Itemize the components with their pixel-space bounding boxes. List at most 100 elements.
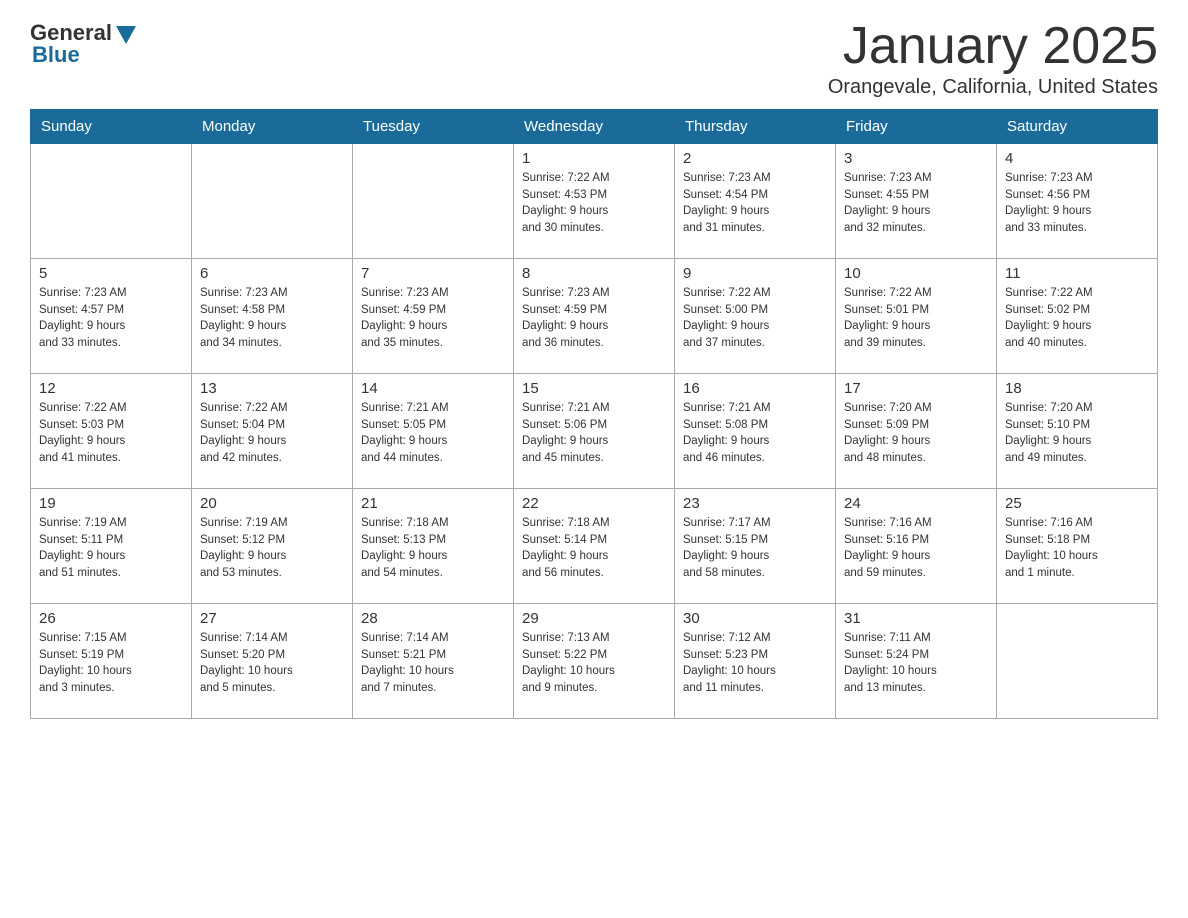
location-text: Orangevale, California, United States [828,76,1158,99]
day-info: Sunrise: 7:21 AMSunset: 5:05 PMDaylight:… [361,400,505,467]
day-number: 9 [683,265,827,282]
calendar-cell: 16 Sunrise: 7:21 AMSunset: 5:08 PMDayligh… [675,374,836,489]
calendar-day-header: Tuesday [353,110,514,144]
day-number: 18 [1005,380,1149,397]
day-number: 4 [1005,150,1149,167]
calendar-cell: 29 Sunrise: 7:13 AMSunset: 5:22 PMDayligh… [514,604,675,719]
day-number: 14 [361,380,505,397]
month-title: January 2025 [828,20,1158,72]
day-info: Sunrise: 7:23 AMSunset: 4:56 PMDaylight:… [1005,170,1149,237]
calendar-cell: 2 Sunrise: 7:23 AMSunset: 4:54 PMDaylight… [675,144,836,259]
day-number: 25 [1005,495,1149,512]
day-info: Sunrise: 7:14 AMSunset: 5:21 PMDaylight:… [361,630,505,697]
day-info: Sunrise: 7:22 AMSunset: 5:00 PMDaylight:… [683,285,827,352]
day-info: Sunrise: 7:17 AMSunset: 5:15 PMDaylight:… [683,515,827,582]
calendar-cell: 15 Sunrise: 7:21 AMSunset: 5:06 PMDayligh… [514,374,675,489]
calendar-cell: 31Sunrise: 7:11 AMSunset: 5:24 PMDayligh… [836,604,997,719]
day-info: Sunrise: 7:16 AMSunset: 5:18 PMDaylight:… [1005,515,1149,582]
day-number: 3 [844,150,988,167]
calendar-cell: 26 Sunrise: 7:15 AMSunset: 5:19 PMDayligh… [31,604,192,719]
calendar-week-row: 1 Sunrise: 7:22 AMSunset: 4:53 PMDaylight… [31,144,1158,259]
day-info: Sunrise: 7:14 AMSunset: 5:20 PMDaylight:… [200,630,344,697]
calendar-cell [31,144,192,259]
day-number: 27 [200,610,344,627]
title-block: January 2025 Orangevale, California, Uni… [828,20,1158,99]
calendar-cell: 14 Sunrise: 7:21 AMSunset: 5:05 PMDayligh… [353,374,514,489]
day-number: 15 [522,380,666,397]
day-number: 19 [39,495,183,512]
day-number: 31 [844,610,988,627]
day-info: Sunrise: 7:23 AMSunset: 4:59 PMDaylight:… [361,285,505,352]
calendar-cell: 17 Sunrise: 7:20 AMSunset: 5:09 PMDayligh… [836,374,997,489]
calendar-cell: 9 Sunrise: 7:22 AMSunset: 5:00 PMDaylight… [675,259,836,374]
day-number: 26 [39,610,183,627]
calendar-week-row: 19Sunrise: 7:19 AMSunset: 5:11 PMDayligh… [31,489,1158,604]
calendar-cell: 7 Sunrise: 7:23 AMSunset: 4:59 PMDaylight… [353,259,514,374]
day-info: Sunrise: 7:15 AMSunset: 5:19 PMDaylight:… [39,630,183,697]
calendar-cell: 10 Sunrise: 7:22 AMSunset: 5:01 PMDayligh… [836,259,997,374]
calendar-cell [192,144,353,259]
calendar-cell: 27 Sunrise: 7:14 AMSunset: 5:20 PMDayligh… [192,604,353,719]
logo-blue-text: Blue [30,42,80,68]
calendar-cell [997,604,1158,719]
calendar-cell: 8 Sunrise: 7:23 AMSunset: 4:59 PMDaylight… [514,259,675,374]
calendar-day-header: Thursday [675,110,836,144]
day-number: 10 [844,265,988,282]
day-info: Sunrise: 7:12 AMSunset: 5:23 PMDaylight:… [683,630,827,697]
day-info: Sunrise: 7:22 AMSunset: 4:53 PMDaylight:… [522,170,666,237]
day-info: Sunrise: 7:22 AMSunset: 5:01 PMDaylight:… [844,285,988,352]
day-number: 23 [683,495,827,512]
calendar-cell: 20Sunrise: 7:19 AMSunset: 5:12 PMDayligh… [192,489,353,604]
calendar-day-header: Sunday [31,110,192,144]
day-number: 7 [361,265,505,282]
day-number: 16 [683,380,827,397]
day-info: Sunrise: 7:20 AMSunset: 5:09 PMDaylight:… [844,400,988,467]
day-number: 12 [39,380,183,397]
day-number: 1 [522,150,666,167]
calendar-cell: 28Sunrise: 7:14 AMSunset: 5:21 PMDayligh… [353,604,514,719]
day-number: 2 [683,150,827,167]
day-info: Sunrise: 7:16 AMSunset: 5:16 PMDaylight:… [844,515,988,582]
day-number: 6 [200,265,344,282]
calendar-day-header: Wednesday [514,110,675,144]
day-number: 8 [522,265,666,282]
day-info: Sunrise: 7:21 AMSunset: 5:08 PMDaylight:… [683,400,827,467]
calendar-cell: 30 Sunrise: 7:12 AMSunset: 5:23 PMDayligh… [675,604,836,719]
day-number: 17 [844,380,988,397]
day-number: 22 [522,495,666,512]
calendar-day-header: Friday [836,110,997,144]
day-info: Sunrise: 7:22 AMSunset: 5:02 PMDaylight:… [1005,285,1149,352]
day-number: 13 [200,380,344,397]
calendar-header-row: SundayMondayTuesdayWednesdayThursdayFrid… [31,110,1158,144]
day-info: Sunrise: 7:21 AMSunset: 5:06 PMDaylight:… [522,400,666,467]
day-info: Sunrise: 7:22 AMSunset: 5:03 PMDaylight:… [39,400,183,467]
day-info: Sunrise: 7:20 AMSunset: 5:10 PMDaylight:… [1005,400,1149,467]
day-info: Sunrise: 7:23 AMSunset: 4:59 PMDaylight:… [522,285,666,352]
calendar-cell: 4 Sunrise: 7:23 AMSunset: 4:56 PMDaylight… [997,144,1158,259]
day-info: Sunrise: 7:13 AMSunset: 5:22 PMDaylight:… [522,630,666,697]
calendar-cell: 22 Sunrise: 7:18 AMSunset: 5:14 PMDayligh… [514,489,675,604]
calendar-cell: 21Sunrise: 7:18 AMSunset: 5:13 PMDayligh… [353,489,514,604]
calendar-week-row: 26 Sunrise: 7:15 AMSunset: 5:19 PMDayligh… [31,604,1158,719]
calendar-cell: 11Sunrise: 7:22 AMSunset: 5:02 PMDayligh… [997,259,1158,374]
calendar-cell: 25 Sunrise: 7:16 AMSunset: 5:18 PMDayligh… [997,489,1158,604]
calendar-cell: 18 Sunrise: 7:20 AMSunset: 5:10 PMDayligh… [997,374,1158,489]
calendar-cell: 23 Sunrise: 7:17 AMSunset: 5:15 PMDayligh… [675,489,836,604]
page-header: General Blue January 2025 Orangevale, Ca… [30,20,1158,99]
calendar-cell: 1 Sunrise: 7:22 AMSunset: 4:53 PMDaylight… [514,144,675,259]
day-number: 30 [683,610,827,627]
calendar-day-header: Monday [192,110,353,144]
day-info: Sunrise: 7:23 AMSunset: 4:54 PMDaylight:… [683,170,827,237]
day-info: Sunrise: 7:23 AMSunset: 4:57 PMDaylight:… [39,285,183,352]
day-info: Sunrise: 7:23 AMSunset: 4:55 PMDaylight:… [844,170,988,237]
day-info: Sunrise: 7:22 AMSunset: 5:04 PMDaylight:… [200,400,344,467]
day-info: Sunrise: 7:18 AMSunset: 5:14 PMDaylight:… [522,515,666,582]
logo: General Blue [30,20,136,68]
calendar-cell: 3 Sunrise: 7:23 AMSunset: 4:55 PMDaylight… [836,144,997,259]
day-info: Sunrise: 7:23 AMSunset: 4:58 PMDaylight:… [200,285,344,352]
calendar-week-row: 12 Sunrise: 7:22 AMSunset: 5:03 PMDayligh… [31,374,1158,489]
calendar-cell [353,144,514,259]
logo-triangle-icon [116,26,136,44]
day-number: 29 [522,610,666,627]
day-info: Sunrise: 7:19 AMSunset: 5:12 PMDaylight:… [200,515,344,582]
